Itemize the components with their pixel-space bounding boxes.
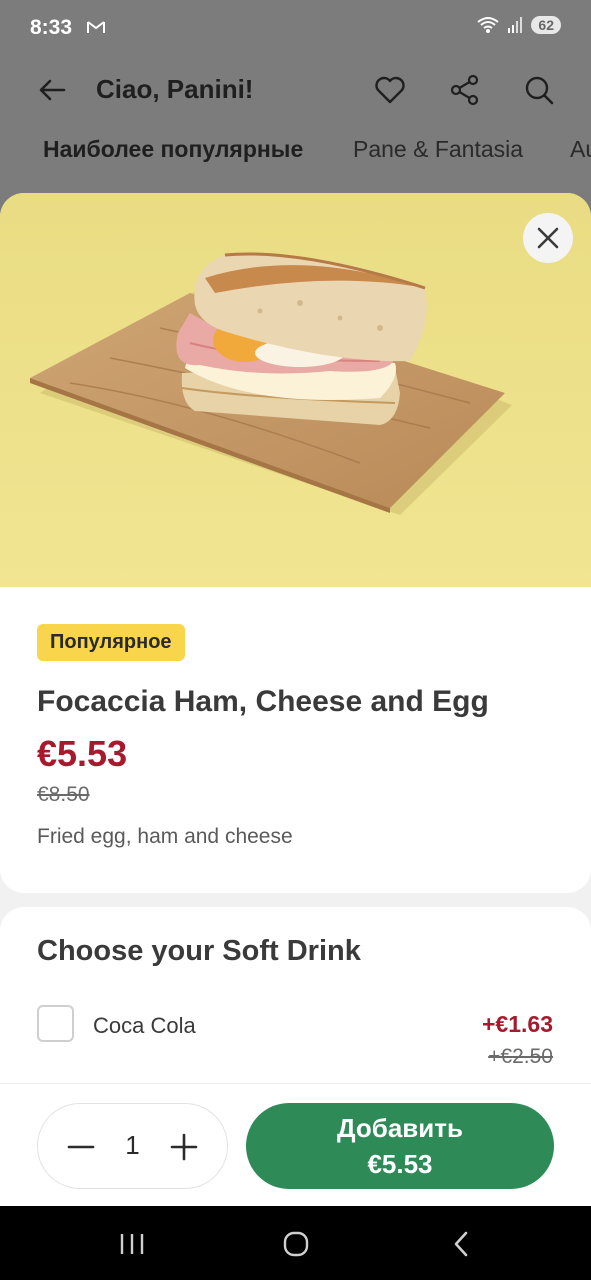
- quantity-stepper: 1: [37, 1103, 228, 1189]
- option-checkbox[interactable]: [37, 1005, 74, 1042]
- close-button[interactable]: [523, 213, 573, 263]
- add-button-label: Добавить: [337, 1113, 463, 1143]
- share-icon[interactable]: [448, 73, 482, 107]
- category-tabs: Наиболее популярные Pane & Fantasia Au: [0, 136, 591, 176]
- product-description: Fried egg, ham and cheese: [37, 825, 293, 848]
- plus-icon[interactable]: [169, 1132, 199, 1162]
- add-to-cart-bar: 1 Добавить €5.53: [0, 1083, 591, 1206]
- product-image: [0, 193, 591, 587]
- recent-apps-icon[interactable]: [117, 1230, 147, 1258]
- gmail-icon: [87, 21, 105, 33]
- option-price: +€1.63: [482, 1011, 553, 1037]
- wifi-icon: [477, 17, 500, 33]
- back-arrow-icon[interactable]: [36, 74, 68, 106]
- option-label: Coca Cola: [93, 1013, 196, 1038]
- signal-icon: [508, 17, 523, 33]
- restaurant-title: Ciao, Panini!: [96, 74, 254, 104]
- add-button-price: €5.53: [367, 1149, 433, 1179]
- product-price: €5.53: [37, 733, 128, 774]
- status-time: 8:33: [30, 16, 73, 39]
- sandwich-photo: [0, 193, 591, 587]
- battery-indicator: 62: [531, 16, 561, 34]
- option-old-price: +€2.50: [488, 1045, 553, 1068]
- heart-icon[interactable]: [373, 73, 407, 107]
- search-icon[interactable]: [522, 73, 556, 107]
- system-nav-bar: [0, 1206, 591, 1280]
- tab-next-category[interactable]: Au: [570, 136, 591, 163]
- options-section-title: Choose your Soft Drink: [37, 935, 361, 967]
- product-old-price: €8.50: [37, 783, 90, 806]
- status-indicators: 62: [477, 16, 561, 34]
- status-bar: 8:33 62: [0, 0, 591, 56]
- tab-most-popular[interactable]: Наиболее популярные: [43, 136, 303, 163]
- back-icon[interactable]: [447, 1230, 477, 1258]
- product-title: Focaccia Ham, Cheese and Egg: [37, 685, 489, 718]
- product-sheet: Популярное Focaccia Ham, Cheese and Egg …: [0, 193, 591, 1206]
- close-icon: [537, 227, 559, 249]
- restaurant-header: Ciao, Panini! Наиболее популярные Pane &…: [0, 56, 591, 193]
- tab-pane-fantasia[interactable]: Pane & Fantasia: [353, 136, 523, 163]
- add-to-cart-button[interactable]: Добавить €5.53: [246, 1103, 554, 1189]
- product-details: Популярное Focaccia Ham, Cheese and Egg …: [0, 587, 591, 893]
- home-icon[interactable]: [281, 1230, 311, 1258]
- popular-badge: Популярное: [37, 624, 185, 661]
